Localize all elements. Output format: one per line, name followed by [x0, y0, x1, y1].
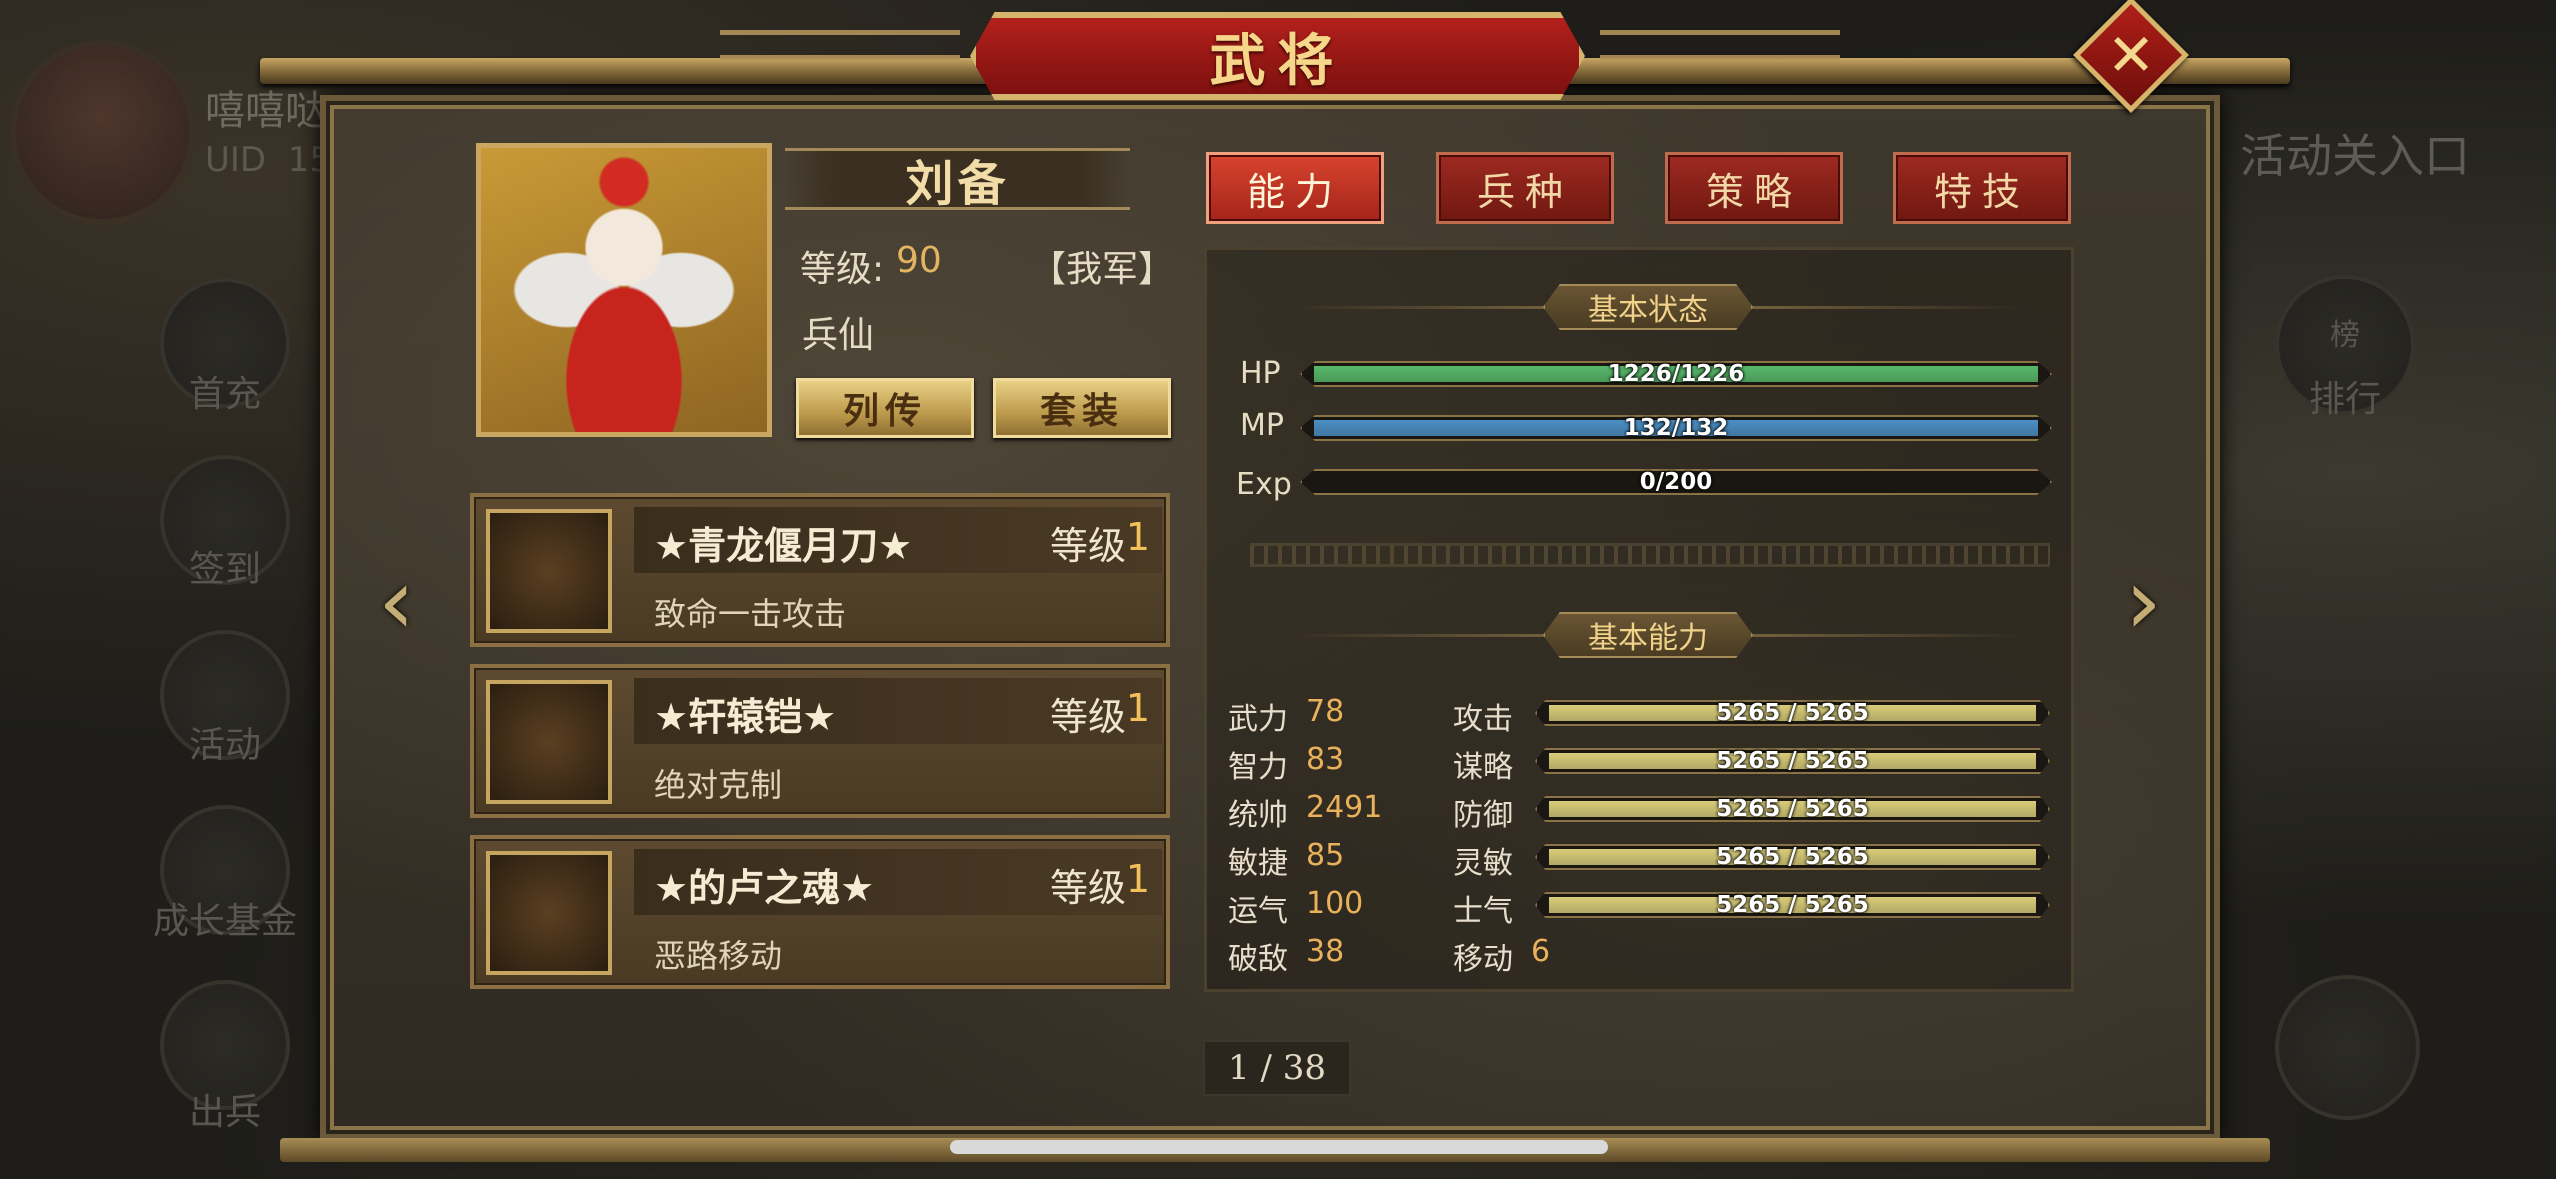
attr-value: 85	[1306, 838, 1345, 873]
blade-icon	[486, 509, 612, 633]
attr-value: 38	[1306, 934, 1345, 969]
ranking-label: 排行	[2308, 379, 2381, 420]
side-label-sign-in: 签到	[188, 549, 261, 590]
rail-ornament-right	[1600, 30, 1840, 60]
attr-name: 敏捷	[1228, 846, 1288, 881]
attr-value: 2491	[1306, 790, 1383, 825]
hp-value: 1226/1226	[1607, 361, 1745, 387]
attr-value: 83	[1306, 742, 1345, 777]
ranking-badge: 榜	[2330, 318, 2360, 353]
exp-label: Exp	[1236, 467, 1292, 502]
page-indicator: 1 / 38	[1203, 1040, 1351, 1096]
side-label-activity: 活动	[188, 725, 261, 766]
attr-name: 武力	[1228, 702, 1288, 737]
attr-name: 谋略	[1453, 750, 1513, 785]
attr-name: 移动	[1453, 942, 1513, 977]
general-name: 刘备	[905, 156, 1010, 212]
player-avatar	[10, 40, 195, 225]
side-label-dispatch: 出兵	[188, 1092, 261, 1133]
armor-icon	[486, 680, 612, 804]
attr-name: 智力	[1228, 750, 1288, 785]
tab-strategy[interactable]: 策略	[1665, 152, 1843, 224]
level-value: 90	[896, 240, 942, 281]
title-banner: 武将	[970, 12, 1585, 100]
equipment-card-weapon[interactable]: ★青龙偃月刀★ 等级 1 致命一击攻击	[470, 493, 1170, 647]
strategy-value: 5265 / 5265	[1716, 748, 1869, 774]
equipment-description: 致命一击攻击	[654, 595, 847, 633]
mp-bar: 132/132	[1300, 415, 2052, 441]
tab-troop-type[interactable]: 兵种	[1436, 152, 1614, 224]
tab-special-skill[interactable]: 特技	[1893, 152, 2071, 224]
attr-name: 运气	[1228, 894, 1288, 929]
tab-ability[interactable]: 能力	[1206, 152, 1384, 224]
activity-entry-label: 活动关入口	[2240, 129, 2470, 183]
equipment-description: 恶路移动	[654, 937, 783, 975]
morale-bar: 5265 / 5265	[1535, 892, 2050, 918]
attr-value: 100	[1306, 886, 1364, 921]
attack-value: 5265 / 5265	[1716, 700, 1869, 726]
side-label-growth-fund: 成长基金	[152, 901, 297, 942]
side-label-first-recharge: 首充	[188, 374, 261, 415]
exp-bar: 0/200	[1300, 469, 2052, 495]
equipment-name: ★轩辕铠★	[654, 695, 837, 739]
equipment-description: 绝对克制	[654, 766, 783, 804]
basic-status-heading: 基本状态	[1543, 284, 1753, 330]
horse-icon	[486, 851, 612, 975]
attr-name: 灵敏	[1453, 846, 1513, 881]
attr-name: 攻击	[1453, 702, 1513, 737]
general-name-banner: 刘备	[785, 148, 1130, 212]
agility-bar: 5265 / 5265	[1535, 844, 2050, 870]
equipment-name: ★的卢之魂★	[654, 866, 875, 910]
previous-general-arrow-icon[interactable]: ‹	[378, 548, 415, 655]
close-icon[interactable]: ✕	[2090, 14, 2172, 96]
morale-value: 5265 / 5265	[1716, 892, 1869, 918]
equipment-level-label: 等级	[1049, 524, 1126, 568]
strategy-bar: 5265 / 5265	[1535, 748, 2050, 774]
defense-bar: 5265 / 5265	[1535, 796, 2050, 822]
biography-button[interactable]: 列传	[796, 378, 974, 438]
attr-name: 士气	[1453, 894, 1513, 929]
menu-icon	[2275, 975, 2420, 1120]
equipment-card-armor[interactable]: ★轩辕铠★ 等级 1 绝对克制	[470, 664, 1170, 818]
attr-value: 78	[1306, 694, 1345, 729]
equipment-level-label: 等级	[1049, 866, 1126, 910]
mp-value: 132/132	[1623, 415, 1729, 441]
equipment-level-value: 1	[1125, 686, 1150, 730]
equipment-level-value: 1	[1125, 515, 1150, 559]
next-general-arrow-icon[interactable]: ›	[2125, 548, 2162, 655]
page-title: 武将	[1209, 28, 1346, 94]
equipment-name: ★青龙偃月刀★	[654, 524, 913, 568]
player-uid: UID 15	[205, 140, 331, 180]
attr-name: 统帅	[1228, 798, 1288, 833]
meander-divider	[1250, 543, 2050, 567]
attr-name: 防御	[1453, 798, 1513, 833]
home-indicator[interactable]	[950, 1140, 1608, 1154]
general-portrait	[476, 143, 772, 437]
mp-label: MP	[1240, 408, 1284, 443]
basic-ability-heading: 基本能力	[1543, 612, 1753, 658]
equipment-card-mount[interactable]: ★的卢之魂★ 等级 1 恶路移动	[470, 835, 1170, 989]
hp-bar: 1226/1226	[1300, 361, 2052, 387]
attr-name: 破敌	[1228, 942, 1288, 977]
set-equipment-button[interactable]: 套装	[993, 378, 1171, 438]
level-label: 等级:	[800, 249, 885, 290]
equipment-level-value: 1	[1125, 857, 1150, 901]
faction-label: 【我军】	[1030, 249, 1175, 290]
class-name: 兵仙	[802, 315, 875, 356]
hp-label: HP	[1240, 356, 1281, 391]
exp-value: 0/200	[1639, 469, 1713, 495]
attack-bar: 5265 / 5265	[1535, 700, 2050, 726]
player-name: 嘻嘻哒	[205, 88, 325, 134]
agility-value: 5265 / 5265	[1716, 844, 1869, 870]
attr-value: 6	[1531, 934, 1551, 969]
rail-ornament-left	[720, 30, 960, 60]
defense-value: 5265 / 5265	[1716, 796, 1869, 822]
equipment-level-label: 等级	[1049, 695, 1126, 739]
